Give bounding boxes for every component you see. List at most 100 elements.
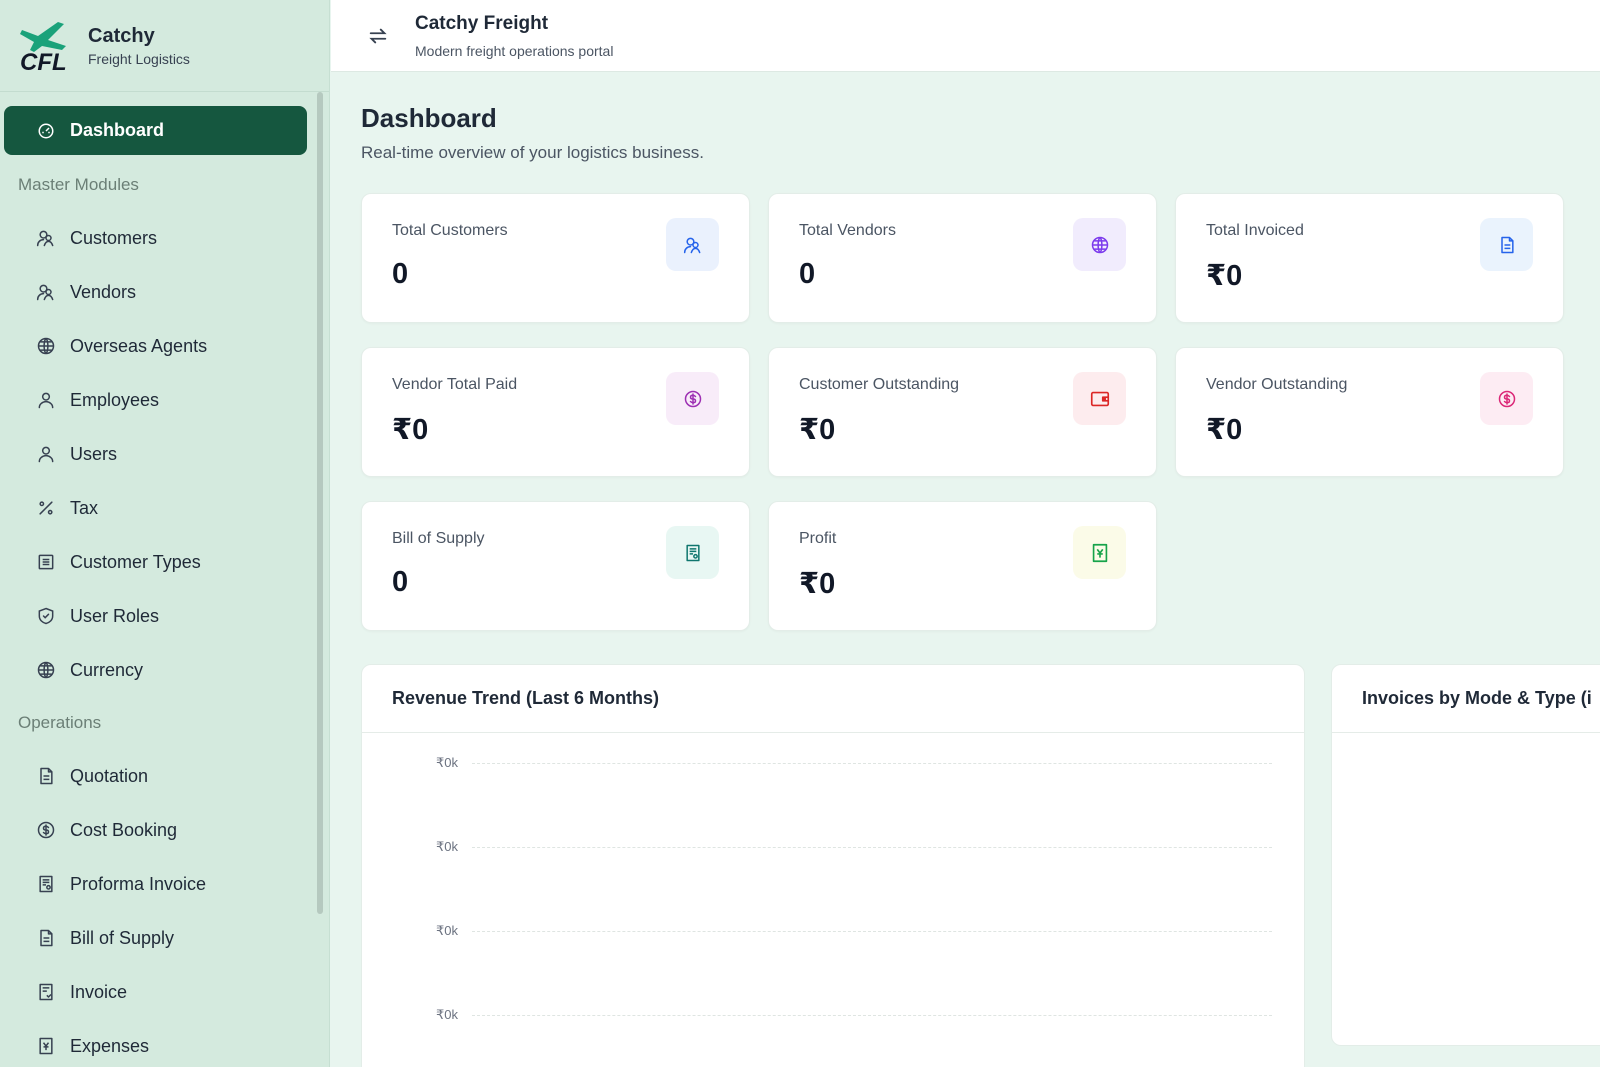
grid-line: [472, 1015, 1272, 1016]
users-icon: [36, 228, 56, 248]
section-master-modules: Master Modules: [18, 175, 139, 194]
sidebar-item-label: Currency: [70, 659, 144, 680]
globe-icon: [36, 660, 56, 680]
sidebar-item-overseas-agents[interactable]: Overseas Agents: [4, 319, 307, 373]
stat-card-value: ₹0: [1206, 260, 1243, 292]
invoices-mode-title: Invoices by Mode & Type (i: [1332, 665, 1600, 733]
sidebar-item-label: Dashboard: [70, 120, 165, 140]
sidebar-item-dashboard[interactable]: Dashboard: [4, 106, 307, 155]
sidebar-item-bill-of-supply[interactable]: Bill of Supply: [4, 911, 307, 965]
sidebar-item-label: Cost Booking: [70, 819, 178, 840]
sidebar-item-label: Customer Types: [70, 551, 201, 572]
sidebar-item-label: Invoice: [70, 981, 128, 1002]
stat-card-profit[interactable]: Profit ₹0: [768, 501, 1157, 631]
sidebar-item-employees[interactable]: Employees: [4, 373, 307, 427]
sidebar-item-customers[interactable]: Customers: [4, 211, 307, 265]
dollar-circle-icon: [1480, 372, 1533, 425]
receipt-icon: [666, 526, 719, 579]
stat-card-label: Customer Outstanding: [799, 376, 960, 393]
stat-card-value: ₹0: [392, 414, 429, 446]
stat-card-label: Total Vendors: [799, 222, 896, 239]
stat-card-total-invoiced[interactable]: Total Invoiced ₹0: [1175, 193, 1564, 323]
revenue-trend-title: Revenue Trend (Last 6 Months): [362, 665, 1304, 733]
document-icon: [1480, 218, 1533, 271]
sidebar-nav: Dashboard Master Modules Customers Vendor…: [0, 92, 329, 1067]
sidebar-item-users[interactable]: Users: [4, 427, 307, 481]
sidebar-item-customer-types[interactable]: Customer Types: [4, 535, 307, 589]
grid-line: [472, 847, 1272, 848]
sidebar-item-label: Quotation: [70, 765, 149, 786]
revenue-trend-panel: Revenue Trend (Last 6 Months) ₹0k ₹0k ₹0k ₹…: [361, 664, 1305, 1067]
invoices-mode-panel: Invoices by Mode & Type (i: [1331, 664, 1600, 1046]
user-icon: [36, 390, 56, 410]
logo-text: CFL: [20, 49, 67, 74]
stat-card-total-customers[interactable]: Total Customers 0: [361, 193, 750, 323]
brand-subtitle: Freight Logistics: [88, 50, 190, 67]
dollar-circle-icon: [666, 372, 719, 425]
logo: CFL: [18, 18, 70, 74]
stat-card-label: Vendor Total Paid: [392, 376, 518, 393]
sidebar-item-cost-booking[interactable]: Cost Booking: [4, 803, 307, 857]
sidebar-item-label: Overseas Agents: [70, 335, 208, 356]
sidebar-item-proforma-invoice[interactable]: Proforma Invoice: [4, 857, 307, 911]
user-icon: [36, 444, 56, 464]
stat-card-value: ₹0: [1206, 414, 1243, 446]
stat-card-vendor-total-paid[interactable]: Vendor Total Paid ₹0: [361, 347, 750, 477]
document-icon: [36, 928, 56, 948]
sidebar-item-user-roles[interactable]: User Roles: [4, 589, 307, 643]
brand[interactable]: CFL Catchy Freight Logistics: [0, 0, 329, 92]
percent-icon: [36, 498, 56, 518]
gauge-icon: [36, 121, 56, 141]
sidebar-item-label: Employees: [70, 389, 160, 410]
sidebar-item-label: Bill of Supply: [70, 927, 175, 948]
stat-card-label: Total Invoiced: [1206, 222, 1304, 239]
invoice-icon: [36, 982, 56, 1002]
dollar-circle-icon: [36, 820, 56, 840]
y-tick-label: ₹0k: [436, 923, 459, 938]
stat-card-label: Vendor Outstanding: [1206, 376, 1348, 393]
y-tick-label: ₹0k: [436, 755, 459, 770]
page-subtitle: Real-time overview of your logistics bus…: [361, 143, 704, 162]
sidebar-item-label: Users: [70, 443, 118, 464]
expense-icon: [36, 1036, 56, 1056]
stat-card-total-vendors[interactable]: Total Vendors 0: [768, 193, 1157, 323]
stat-card-value: ₹0: [799, 414, 836, 446]
users-icon: [666, 218, 719, 271]
sidebar-item-currency[interactable]: Currency: [4, 643, 307, 697]
yen-document-icon: [1073, 526, 1126, 579]
grid-line: [472, 763, 1272, 764]
sidebar-scrollbar[interactable]: [317, 92, 323, 914]
main-content: Dashboard Real-time overview of your log…: [361, 72, 1600, 1067]
stat-card-vendor-outstanding[interactable]: Vendor Outstanding ₹0: [1175, 347, 1564, 477]
document-icon: [36, 766, 56, 786]
shield-icon: [36, 606, 56, 626]
stat-card-value: 0: [392, 566, 409, 598]
brand-name: Catchy: [88, 24, 155, 47]
grid-line: [472, 931, 1272, 932]
page-title: Dashboard: [361, 103, 497, 133]
section-operations: Operations: [18, 713, 102, 732]
stat-card-label: Total Customers: [392, 222, 508, 239]
sidebar: CFL Catchy Freight Logistics Dashboard M…: [0, 0, 330, 1067]
globe-icon: [1073, 218, 1126, 271]
sidebar-item-invoice[interactable]: Invoice: [4, 965, 307, 1019]
list-icon: [36, 552, 56, 572]
sidebar-item-label: Proforma Invoice: [70, 873, 207, 894]
sidebar-toggle-button[interactable]: [363, 21, 393, 51]
sidebar-item-label: Customers: [70, 227, 158, 248]
stat-card-value: 0: [392, 258, 409, 290]
sidebar-item-expenses[interactable]: Expenses: [4, 1019, 307, 1067]
stat-card-value: 0: [799, 258, 816, 290]
stat-card-label: Bill of Supply: [392, 530, 485, 547]
sidebar-item-tax[interactable]: Tax: [4, 481, 307, 535]
swap-arrows-icon: [369, 28, 387, 43]
sidebar-item-label: User Roles: [70, 605, 160, 626]
stat-card-label: Profit: [799, 530, 837, 547]
sidebar-item-quotation[interactable]: Quotation: [4, 749, 307, 803]
top-header: Catchy Freight Modern freight operations…: [331, 0, 1600, 72]
sidebar-item-label: Vendors: [70, 281, 137, 302]
header-title: Catchy Freight: [415, 12, 549, 34]
stat-card-customer-outstanding[interactable]: Customer Outstanding ₹0: [768, 347, 1157, 477]
stat-card-bill-of-supply[interactable]: Bill of Supply 0: [361, 501, 750, 631]
sidebar-item-vendors[interactable]: Vendors: [4, 265, 307, 319]
